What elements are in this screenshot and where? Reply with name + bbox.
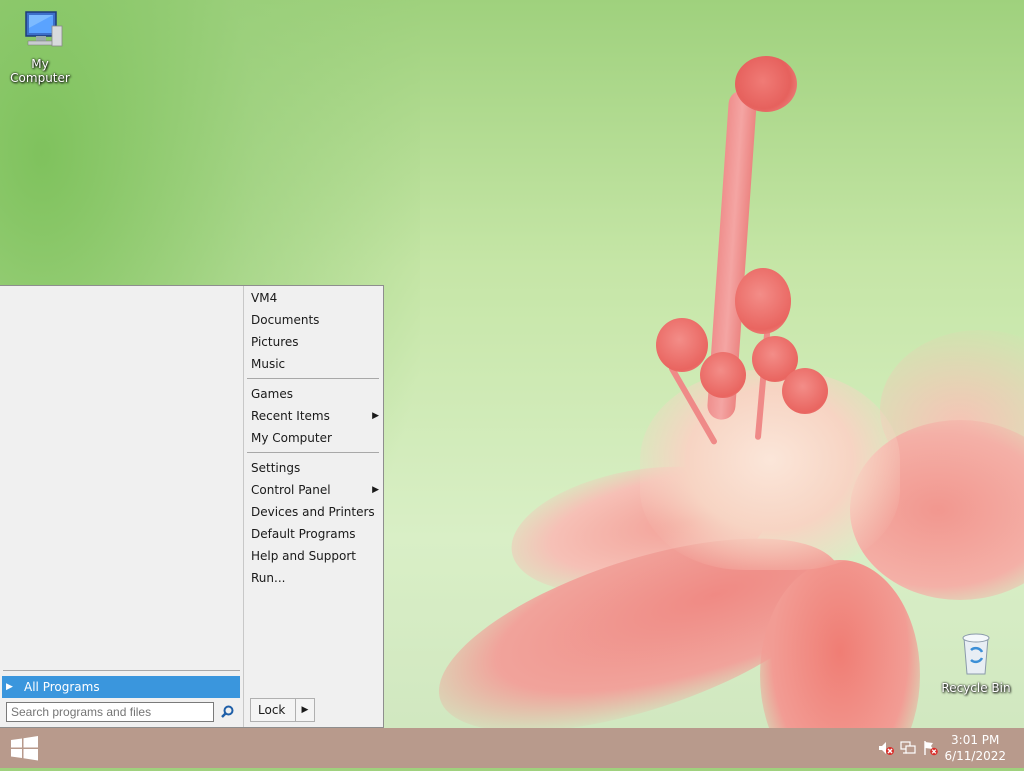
computer-icon [25,11,63,47]
start-menu: ▶ All Programs VM4 Documents Pictures Mu… [0,285,384,728]
triangle-right-icon: ▶ [301,705,309,715]
menu-item-recent-items[interactable]: Recent Items ▶ [251,405,379,427]
triangle-right-icon: ▶ [6,682,13,692]
desktop-icon-recycle-bin[interactable]: Recycle Bin [936,630,1016,695]
recycle-bin-icon [962,633,990,675]
windows-logo-icon [11,736,38,761]
network-icon [900,741,916,754]
clock-date: 6/11/2022 [944,749,1006,763]
menu-item-help-and-support[interactable]: Help and Support [251,545,379,567]
divider [247,378,379,379]
search-button[interactable] [216,702,238,722]
submenu-arrow-icon: ▶ [372,411,379,421]
menu-item-games[interactable]: Games [251,383,379,405]
menu-item-pictures[interactable]: Pictures [251,331,379,353]
desktop-icon-my-computer[interactable]: My Computer [0,8,80,85]
search-icon [221,705,234,718]
volume-button[interactable] [878,740,894,756]
menu-item-vm4[interactable]: VM4 [251,287,379,309]
system-tray: 3:01 PM 6/11/2022 [864,728,1024,768]
menu-item-default-programs[interactable]: Default Programs [251,523,379,545]
action-center-button[interactable] [922,740,938,756]
desktop-icon-label: Recycle Bin [941,681,1011,695]
start-menu-left-pane: ▶ All Programs [0,286,244,727]
taskbar: 3:01 PM 6/11/2022 [0,728,1024,768]
all-programs-label: All Programs [24,680,100,694]
start-button[interactable] [0,728,48,768]
start-menu-right-pane: VM4 Documents Pictures Music Games Recen… [245,286,382,727]
divider [3,670,240,671]
taskbar-clock[interactable]: 3:01 PM 6/11/2022 [944,732,1006,764]
shutdown-options-button[interactable]: ▶ [295,698,315,722]
submenu-arrow-icon: ▶ [372,485,379,495]
menu-item-documents[interactable]: Documents [251,309,379,331]
desktop-icon-label: My Computer [10,57,70,85]
search-input[interactable] [6,702,214,722]
menu-item-settings[interactable]: Settings [251,457,379,479]
all-programs-button[interactable]: ▶ All Programs [2,676,240,698]
menu-item-my-computer[interactable]: My Computer [251,427,379,449]
menu-item-devices-and-printers[interactable]: Devices and Printers [251,501,379,523]
clock-time: 3:01 PM [951,733,1000,747]
menu-item-control-panel[interactable]: Control Panel ▶ [251,479,379,501]
volume-muted-icon [879,742,894,755]
divider [247,452,379,453]
menu-item-music[interactable]: Music [251,353,379,375]
network-button[interactable] [900,740,916,756]
menu-item-run[interactable]: Run... [251,567,379,589]
action-center-flag-icon [924,741,938,756]
